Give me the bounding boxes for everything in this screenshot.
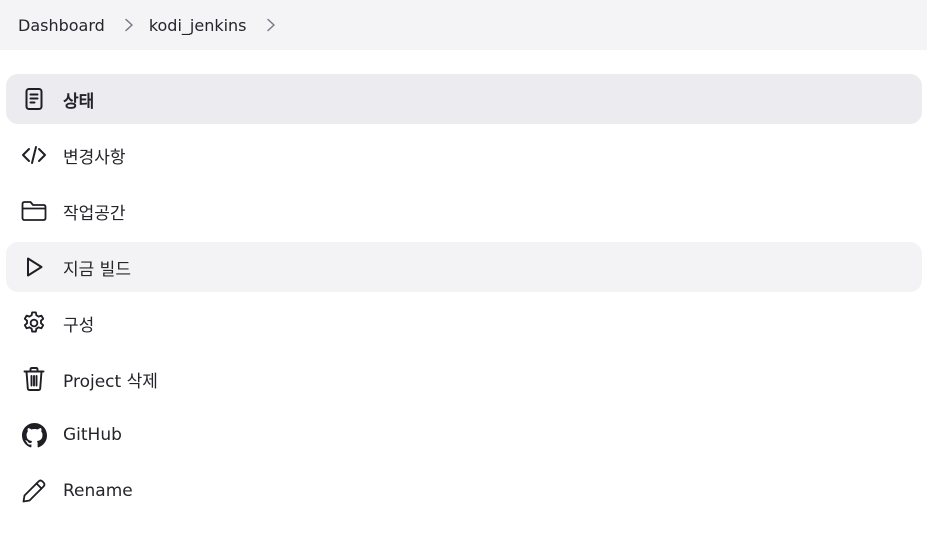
- document-icon: [21, 86, 47, 112]
- task-label: 변경사항: [63, 147, 126, 168]
- code-icon: [21, 142, 47, 168]
- chevron-right-icon[interactable]: [118, 14, 140, 36]
- task-workspace[interactable]: 작업공간: [6, 186, 922, 236]
- task-label: Rename: [63, 481, 133, 501]
- task-changes[interactable]: 변경사항: [6, 130, 922, 180]
- task-build-now[interactable]: 지금 빌드: [6, 242, 922, 292]
- gear-icon: [21, 310, 47, 336]
- task-delete-project[interactable]: Project 삭제: [6, 354, 922, 404]
- breadcrumb: Dashboard kodi_jenkins: [0, 0, 927, 50]
- folder-icon: [21, 198, 47, 224]
- task-status[interactable]: 상태: [6, 74, 922, 124]
- task-label: 구성: [63, 315, 95, 336]
- github-icon: [21, 422, 47, 448]
- task-label: 지금 빌드: [63, 259, 131, 280]
- chevron-right-icon[interactable]: [260, 14, 282, 36]
- task-configure[interactable]: 구성: [6, 298, 922, 348]
- task-label: 상태: [63, 91, 95, 112]
- breadcrumb-dashboard[interactable]: Dashboard: [18, 16, 105, 35]
- task-label: GitHub: [63, 425, 122, 445]
- trash-icon: [21, 366, 47, 392]
- task-rename[interactable]: Rename: [6, 466, 922, 516]
- task-label: Project 삭제: [63, 371, 158, 392]
- pencil-icon: [21, 478, 47, 504]
- task-label: 작업공간: [63, 203, 126, 224]
- side-panel-tasks: 상태 변경사항 작업공간 지금 빌드 구성 Project 삭제 GitHub …: [6, 74, 922, 522]
- play-icon: [21, 254, 47, 280]
- breadcrumb-kodi-jenkins[interactable]: kodi_jenkins: [149, 16, 247, 35]
- task-github[interactable]: GitHub: [6, 410, 922, 460]
